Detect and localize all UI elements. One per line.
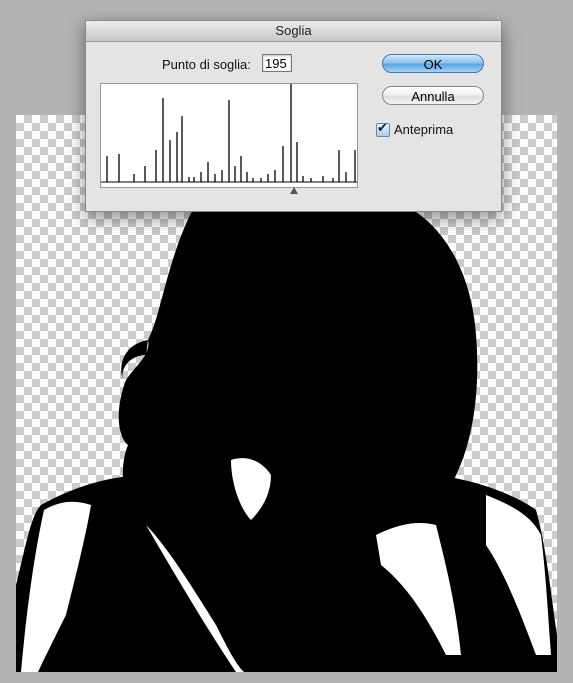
preview-label: Anteprima <box>394 122 454 137</box>
checkmark-icon: ✔ <box>377 120 388 135</box>
threshold-level-input[interactable] <box>262 54 292 72</box>
histogram <box>100 83 358 188</box>
threshold-row: Punto di soglia: <box>86 54 386 76</box>
ok-button[interactable]: OK <box>382 54 484 73</box>
threshold-slider-handle[interactable] <box>290 187 298 194</box>
histogram-chart <box>101 84 357 183</box>
threshold-dialog: Soglia Punto di soglia: 195 OK Annulla ✔… <box>85 20 502 212</box>
preview-checkbox[interactable]: ✔ <box>376 120 390 137</box>
cancel-button[interactable]: Annulla <box>382 86 484 105</box>
threshold-label: Punto di soglia: <box>162 57 251 72</box>
dialog-title: Soglia <box>86 21 501 42</box>
